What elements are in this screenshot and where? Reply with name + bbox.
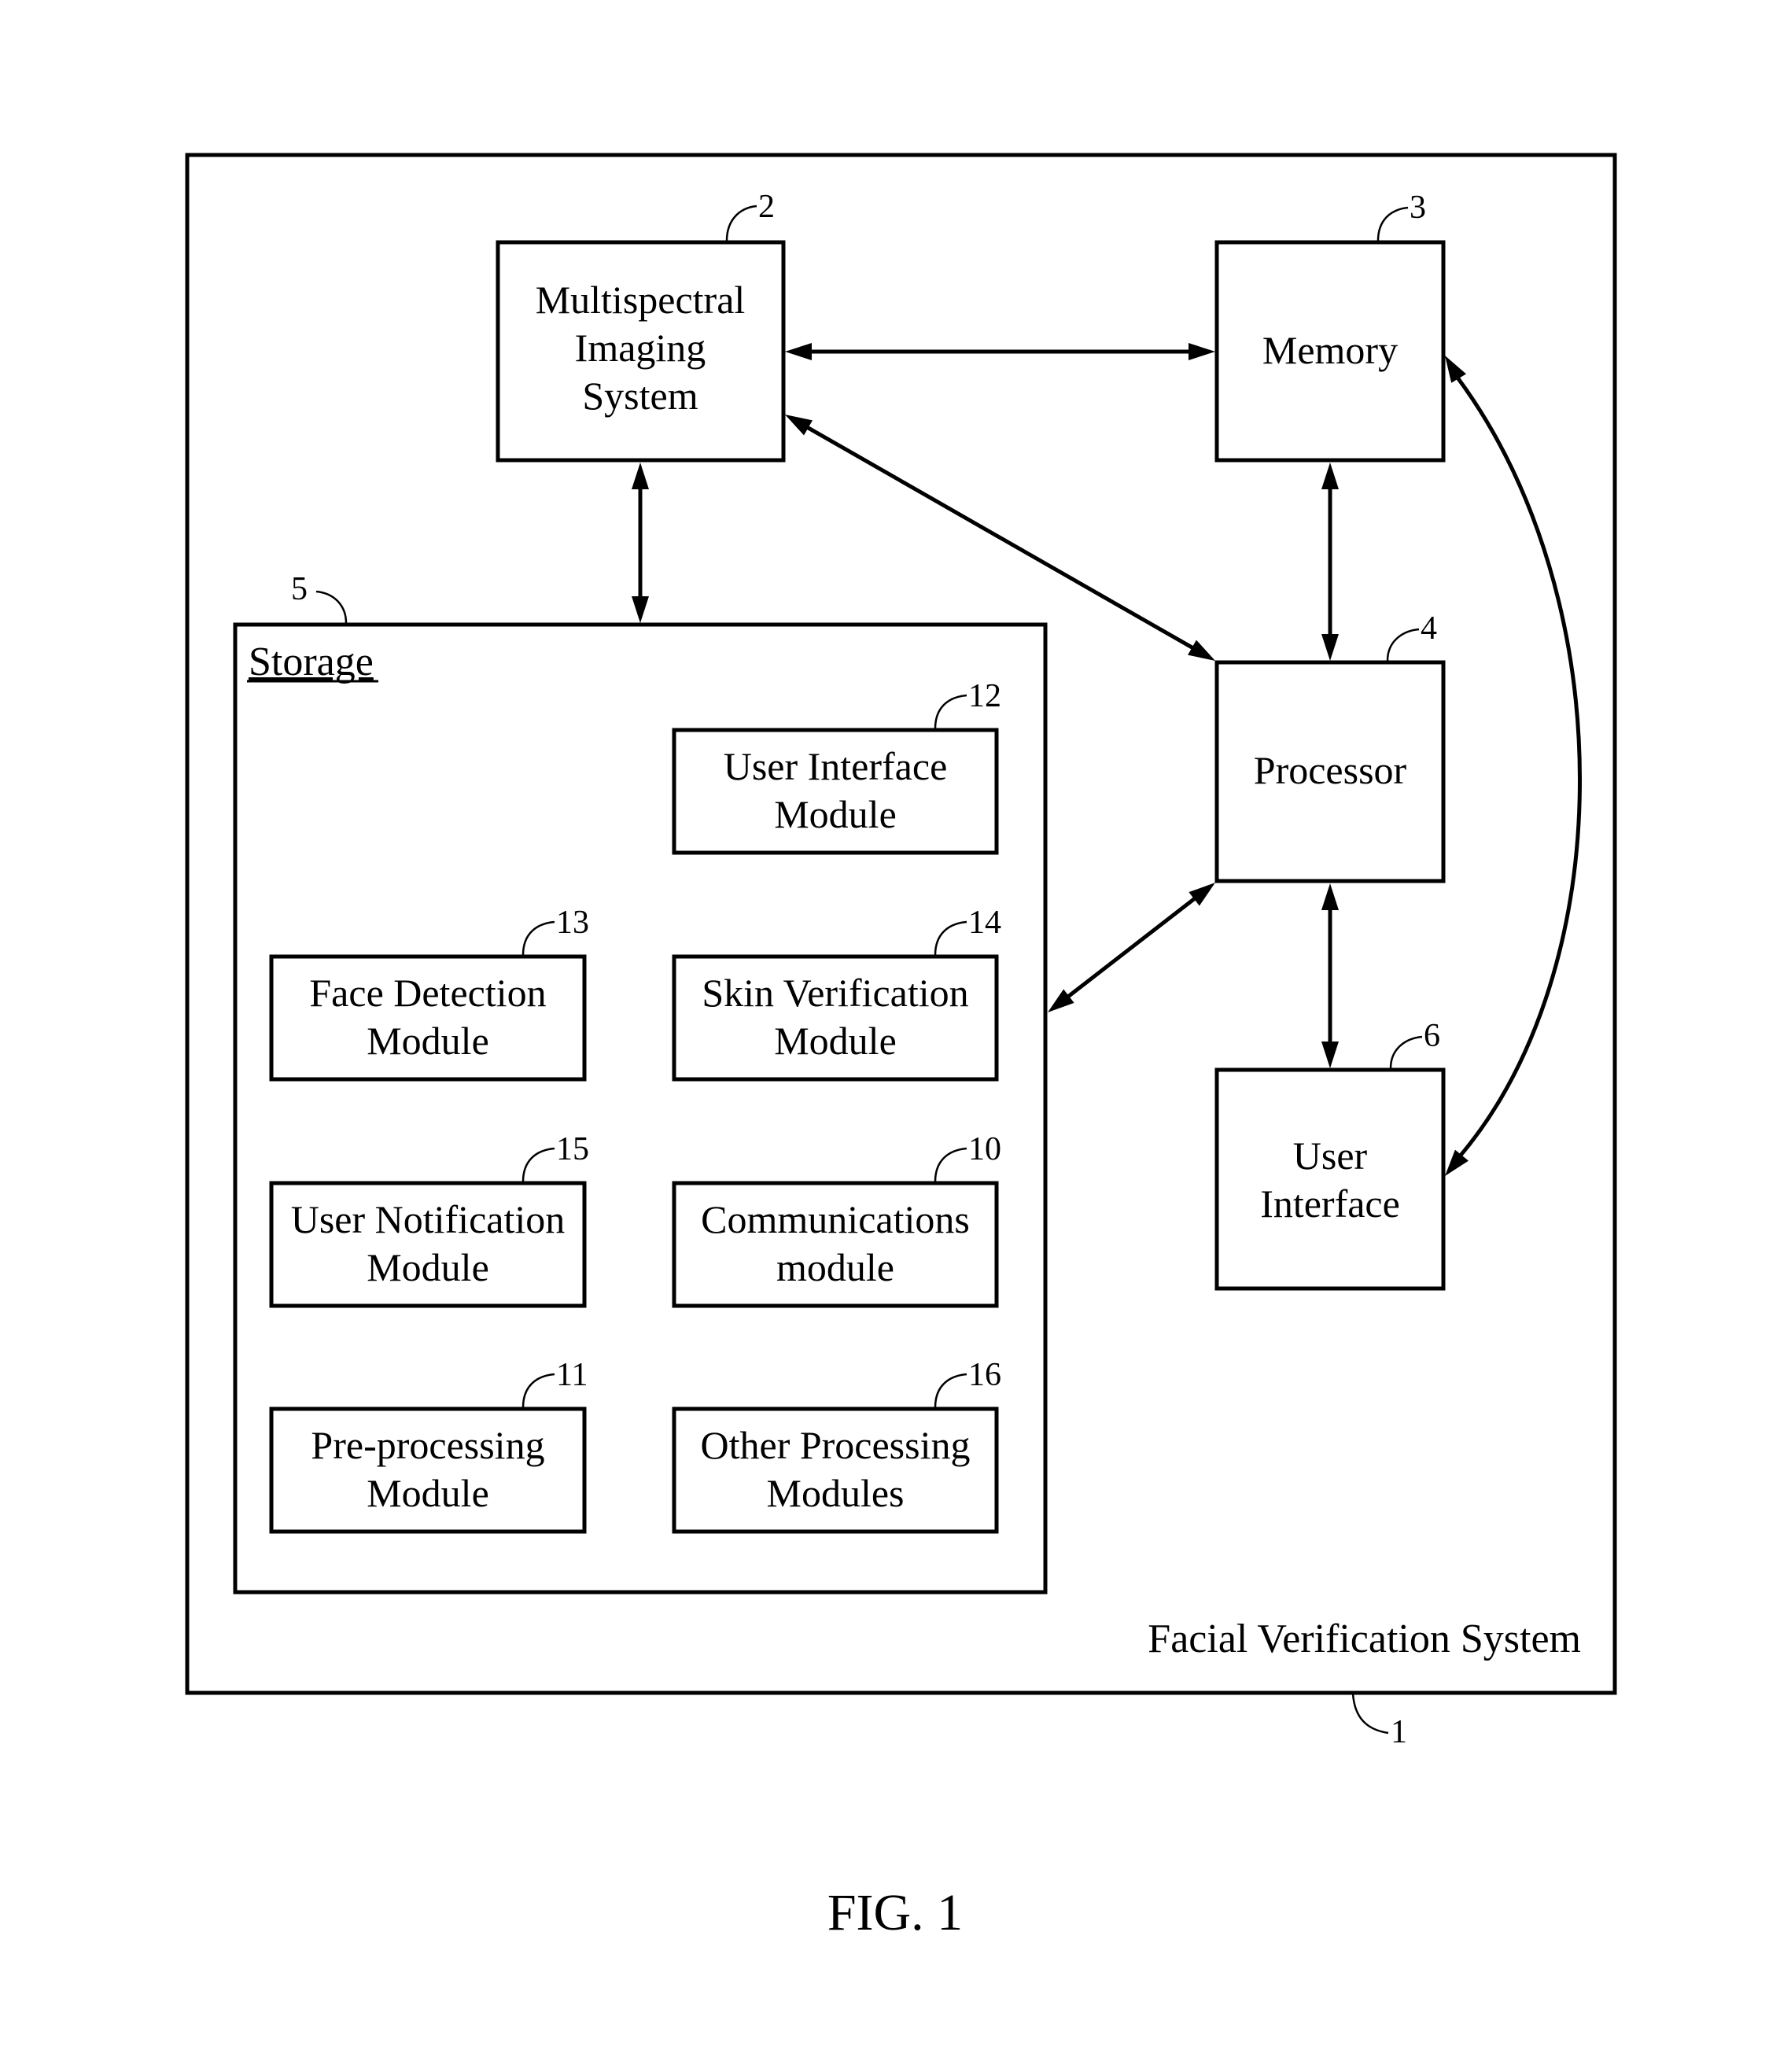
face-detection-module-ref-number: 13 (556, 905, 589, 941)
preprocessing-module-label-line-2: Module (367, 1471, 489, 1515)
storage-ref-number: 5 (291, 571, 308, 607)
face-detection-module-label-line-2: Module (367, 1019, 489, 1063)
communications-module-ref-number: 10 (968, 1131, 1001, 1167)
system-label: Facial Verification System (1148, 1617, 1581, 1661)
mis-ref-number: 2 (758, 189, 775, 225)
user-interface-box[interactable] (1214, 1067, 1446, 1291)
system-ref-leader (1351, 1692, 1389, 1735)
mis-label-line-1: Multispectral (536, 278, 746, 322)
processor-ref-number: 4 (1421, 610, 1437, 647)
user-interface-module-label-line-1: User Interface (724, 744, 948, 788)
skin-verification-module-ref-number: 14 (968, 905, 1001, 941)
user-notification-module-label-line-1: User Notification (291, 1197, 566, 1241)
face-detection-module-label-line-1: Face Detection (309, 971, 546, 1015)
preprocessing-module-label-line-1: Pre-processing (311, 1423, 544, 1467)
user-notification-module-ref-number: 15 (556, 1131, 589, 1167)
skin-verification-module-label-line-1: Skin Verification (702, 971, 968, 1015)
mis-label-line-2: Imaging (575, 326, 706, 370)
other-processing-modules-label-line-1: Other Processing (701, 1423, 971, 1467)
system-ref-number: 1 (1391, 1714, 1407, 1750)
user-interface-label-line-2: Interface (1260, 1182, 1400, 1226)
storage-label: Storage (249, 640, 374, 684)
user-interface-ref-number: 6 (1424, 1018, 1440, 1054)
user-interface-module-ref-number: 12 (968, 678, 1001, 714)
figure-caption: FIG. 1 (827, 1884, 963, 1941)
memory-label: Memory (1262, 328, 1398, 372)
other-processing-modules-ref-number: 16 (968, 1357, 1001, 1393)
memory-ref-number: 3 (1410, 190, 1426, 226)
preprocessing-module-ref-number: 11 (556, 1357, 588, 1393)
user-interface-module-label-line-2: Module (774, 792, 897, 836)
mis-label-line-3: System (582, 374, 698, 418)
user-notification-module-label-line-2: Module (367, 1245, 489, 1289)
other-processing-modules-label-line-2: Modules (767, 1471, 905, 1515)
communications-module-label-line-2: module (776, 1245, 894, 1289)
skin-verification-module-label-line-2: Module (774, 1019, 897, 1063)
communications-module-label-line-1: Communications (701, 1197, 970, 1241)
facial-verification-diagram: Facial Verification System 1 Multispectr… (185, 153, 1617, 1941)
processor-label: Processor (1254, 748, 1407, 792)
user-interface-label-line-1: User (1293, 1134, 1368, 1178)
